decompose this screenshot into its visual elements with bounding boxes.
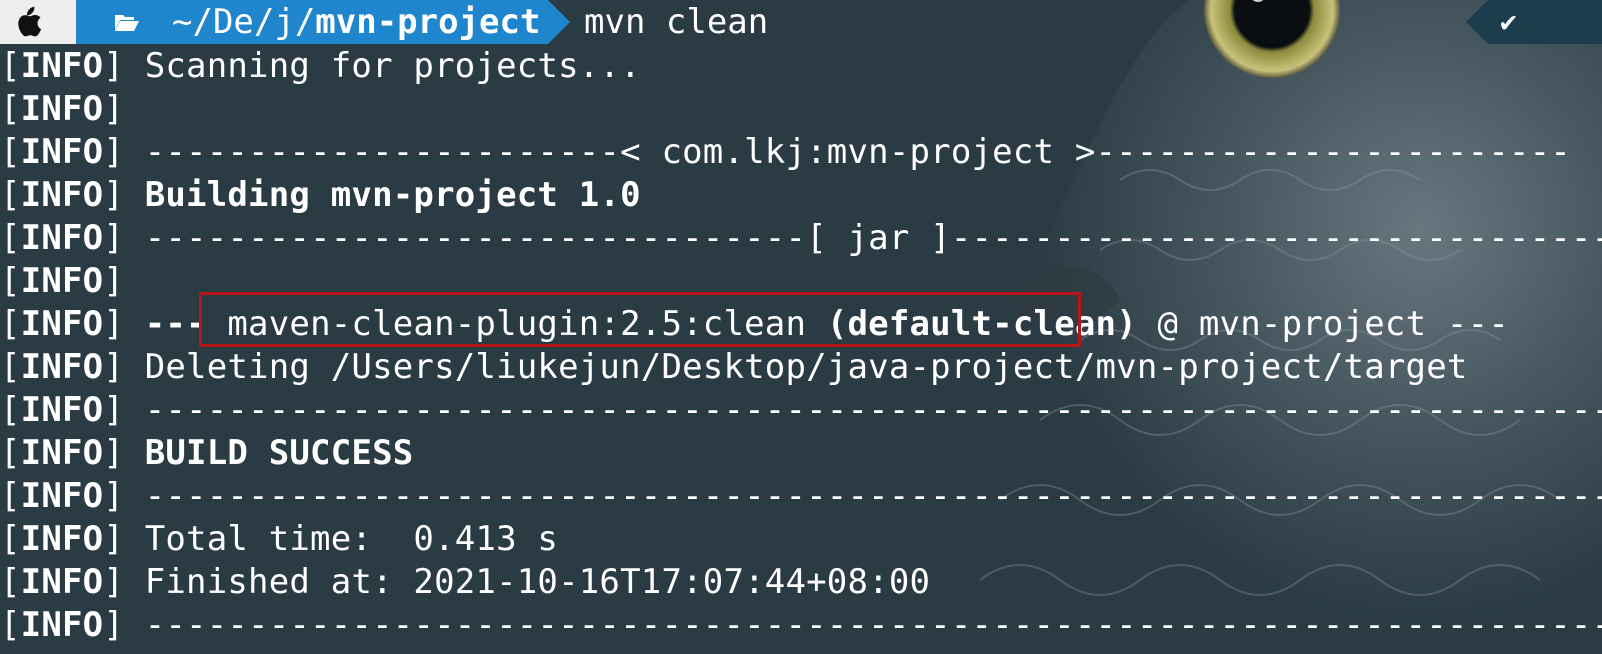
- log-text: ----------------------------------------…: [144, 605, 1602, 645]
- log-tag: INFO: [20, 605, 104, 645]
- log-line: [INFO] Finished at: 2021-10-16T17:07:44+…: [0, 562, 931, 602]
- prompt-path-current: mvn-project: [315, 2, 541, 42]
- log-line: [INFO] ---------------------------------…: [0, 603, 1602, 647]
- folder-open-icon: [115, 15, 139, 31]
- log-text: ----------------------------------------…: [144, 476, 1602, 516]
- prompt-path-prefix: ~/De/j/: [172, 2, 316, 42]
- log-text: -----------------------< com.lkj:mvn-pro…: [144, 132, 1571, 172]
- prompt-status-separator: [1466, 0, 1488, 44]
- log-tag: INFO: [20, 132, 104, 172]
- highlight-annotation-box: [199, 292, 1081, 347]
- log-tag: INFO: [20, 46, 104, 86]
- log-line: [INFO] -----------------------< com.lkj:…: [0, 132, 1571, 172]
- log-text: ----------------------------------------…: [144, 390, 1602, 430]
- log-tag: INFO: [20, 175, 104, 215]
- log-line: [INFO] --------------------------------[…: [0, 216, 1602, 260]
- log-tag: INFO: [20, 519, 104, 559]
- build-status: BUILD SUCCESS: [144, 433, 414, 473]
- log-tag: INFO: [20, 304, 104, 344]
- prompt-separator: [548, 0, 570, 44]
- log-tag: INFO: [20, 89, 104, 129]
- log-line: [INFO] BUILD SUCCESS: [0, 433, 414, 473]
- log-tag: INFO: [20, 390, 104, 430]
- log-tag: INFO: [20, 218, 104, 258]
- log-line: [INFO] ---------------------------------…: [0, 474, 1602, 518]
- command-text[interactable]: mvn clean: [584, 0, 768, 44]
- log-text: Deleting /Users/liukejun/Desktop/java-pr…: [144, 347, 1468, 387]
- log-line: [INFO] Total time: 0.413 s: [0, 519, 559, 559]
- log-line: [INFO] Deleting /Users/liukejun/Desktop/…: [0, 347, 1468, 387]
- log-text: Finished at: 2021-10-16T17:07:44+08:00: [144, 562, 931, 602]
- log-tag: INFO: [20, 433, 104, 473]
- prompt-bar: ~/De/j/mvn-project mvn clean ✔: [0, 0, 1602, 44]
- check-icon: ✔: [1500, 5, 1517, 38]
- log-line: [INFO] Building mvn-project 1.0: [0, 175, 641, 215]
- log-text: Scanning for projects...: [144, 46, 641, 86]
- log-tag: INFO: [20, 347, 104, 387]
- log-tag: INFO: [20, 476, 104, 516]
- log-text: @ mvn-project ---: [1136, 304, 1509, 344]
- log-tag: INFO: [20, 562, 104, 602]
- prompt-path: ~/De/j/mvn-project: [172, 0, 540, 44]
- log-line: [INFO] ---------------------------------…: [0, 388, 1602, 432]
- log-text: Building mvn-project 1.0: [144, 175, 641, 215]
- log-text: --------------------------------[ jar ]-…: [144, 218, 1602, 258]
- log-text: Total time: 0.413 s: [144, 519, 559, 559]
- log-tag: INFO: [20, 261, 104, 301]
- log-line: [INFO] Scanning for projects...: [0, 46, 641, 86]
- log-line: [INFO]: [0, 89, 145, 129]
- apple-icon: [18, 6, 42, 37]
